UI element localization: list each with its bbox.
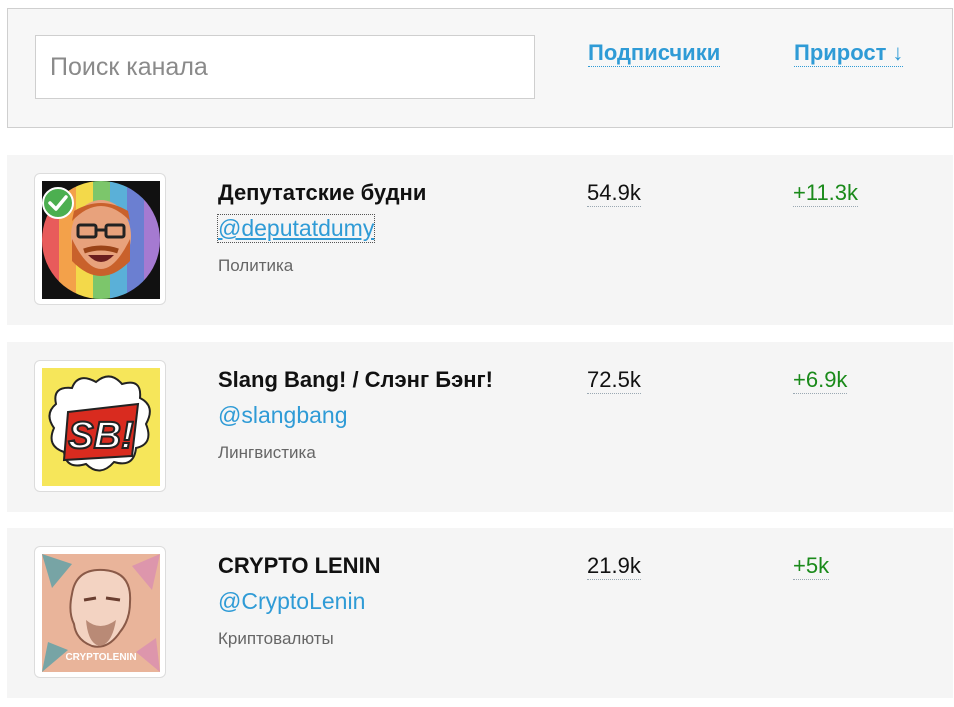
channel-row[interactable]: CRYPTOLENIN CRYPTO LENIN @CryptoLenin Кр… [7,528,953,698]
subscribers-count: 72.5k [587,367,641,394]
sb-logo-text: SB! [68,415,133,457]
filter-header: Подписчики Прирост↓ [7,8,953,128]
growth-count: +6.9k [793,367,848,394]
channel-row[interactable]: SB! Slang Bang! / Слэнг Бэнг! @slangbang… [7,342,953,512]
sort-growth-link[interactable]: Прирост ↓ [794,40,904,67]
channel-handle-link[interactable]: @deputatdumy [216,214,376,243]
crypto-lenin-avatar-icon: CRYPTOLENIN [42,554,160,672]
channel-avatar[interactable] [34,173,166,305]
subscribers-count: 54.9k [587,180,641,207]
subscribers-count: 21.9k [587,553,641,580]
channel-title[interactable]: Slang Bang! / Слэнг Бэнг! [218,367,493,393]
sort-arrow-down-icon: ↓ [892,40,904,65]
growth-count: +11.3k [793,180,859,207]
channel-category: Лингвистика [218,443,316,462]
verified-check-icon [42,187,74,219]
crypto-lenin-logo-text: CRYPTOLENIN [65,652,136,663]
channel-avatar[interactable]: CRYPTOLENIN [34,546,166,678]
channel-title[interactable]: CRYPTO LENIN [218,553,381,579]
channel-row[interactable]: Депутатские будни @deputatdumy Политика … [7,155,953,325]
channel-avatar[interactable]: SB! [34,360,166,492]
growth-count: +5k [793,553,830,580]
channel-category: Политика [218,256,294,275]
channel-handle-link[interactable]: @slangbang [218,402,348,429]
channel-title[interactable]: Депутатские будни [218,180,426,206]
channel-category: Криптовалюты [218,629,334,648]
sort-growth-label: Прирост [794,40,887,65]
search-input[interactable] [35,35,535,99]
channel-handle-link[interactable]: @CryptoLenin [218,588,365,615]
sb-logo-avatar-icon: SB! [42,368,160,486]
sort-subscribers-link[interactable]: Подписчики [588,40,721,67]
